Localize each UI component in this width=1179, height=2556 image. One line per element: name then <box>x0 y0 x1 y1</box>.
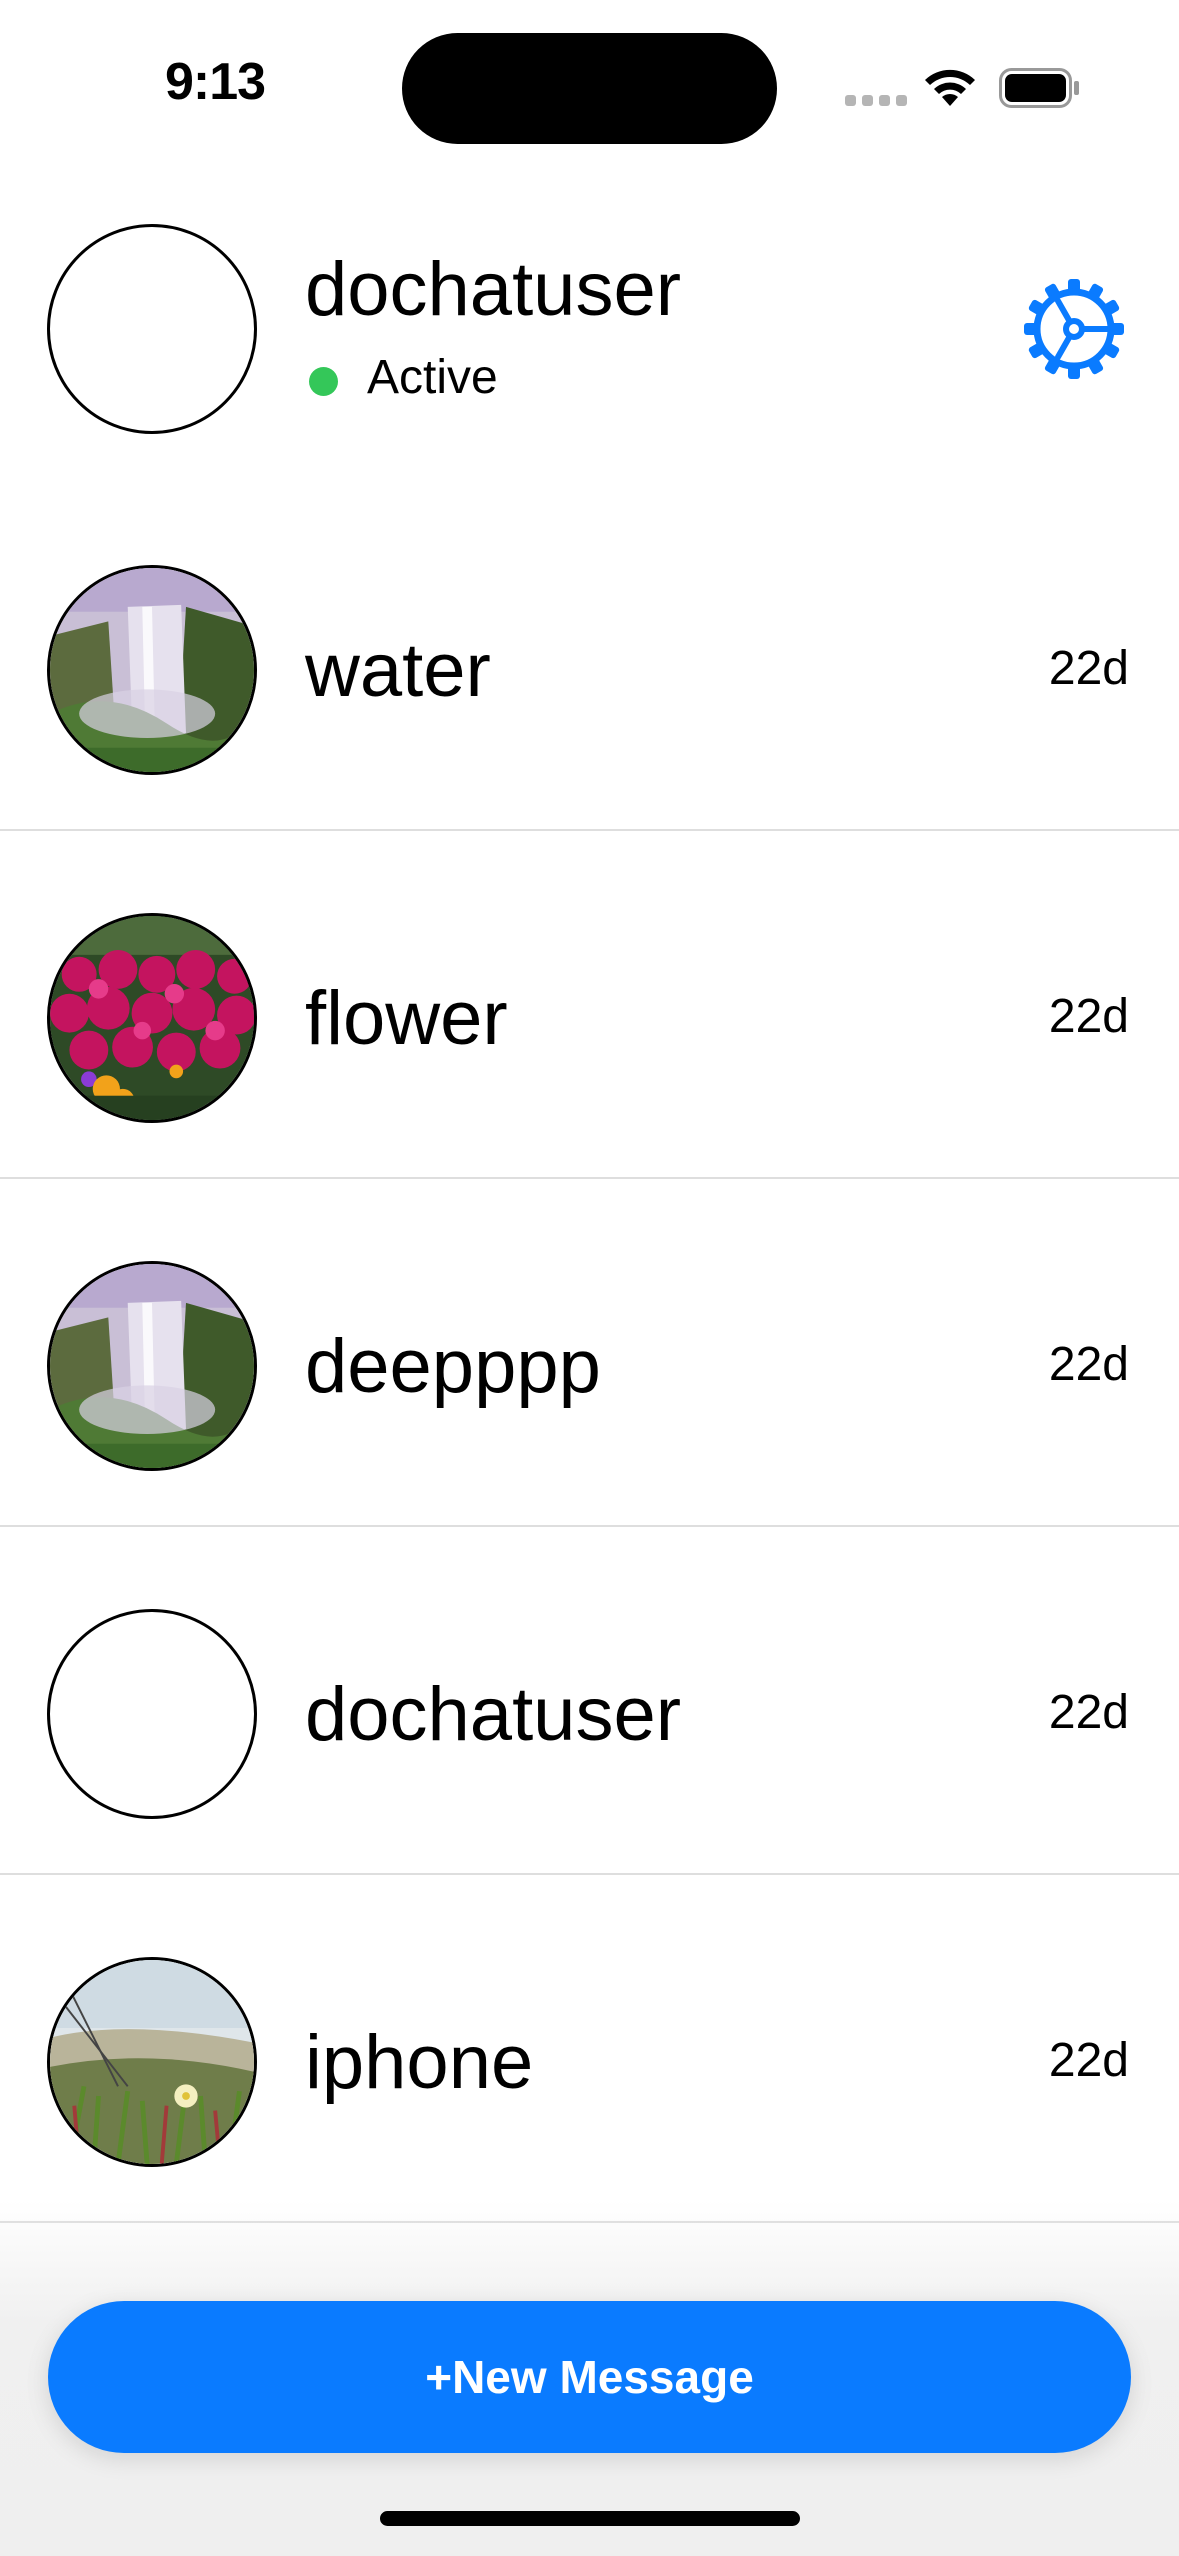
conversation-row[interactable]: dochatuser 22d <box>0 1609 1179 1957</box>
conversation-avatar <box>47 1609 257 1819</box>
flowers-photo <box>50 916 254 1120</box>
conversation-row[interactable]: deepppp 22d <box>0 1261 1179 1609</box>
conversation-name: deepppp <box>305 1324 601 1409</box>
divider <box>0 1525 1179 1527</box>
active-status-dot <box>309 367 338 396</box>
succulent-photo <box>50 1960 254 2164</box>
conversation-time: 22d <box>1048 990 1129 1043</box>
battery-icon <box>999 68 1079 108</box>
conversation-row[interactable]: flower 22d <box>0 913 1179 1261</box>
conversation-time: 22d <box>1048 2034 1129 2087</box>
dynamic-island <box>402 33 777 144</box>
conversation-avatar <box>47 1261 257 1471</box>
status-bar: 9:13 <box>0 0 1179 160</box>
conversation-avatar <box>47 565 257 775</box>
conversation-name: flower <box>305 976 508 1061</box>
conversation-time: 22d <box>1048 642 1129 695</box>
profile-header: dochatuser Active <box>0 200 1179 460</box>
gear-icon[interactable] <box>1022 277 1126 381</box>
divider <box>0 1177 1179 1179</box>
current-username: dochatuser <box>305 247 682 332</box>
user-avatar[interactable] <box>47 224 257 434</box>
conversation-name: dochatuser <box>305 1672 682 1757</box>
waterfall-photo <box>50 568 254 772</box>
wifi-icon <box>925 69 975 106</box>
divider <box>0 829 1179 831</box>
cellular-signal-icon <box>845 95 907 107</box>
conversation-time: 22d <box>1048 1338 1129 1391</box>
conversation-name: water <box>305 628 491 713</box>
divider <box>0 1873 1179 1875</box>
active-status-label: Active <box>367 351 498 404</box>
conversation-name: iphone <box>305 2020 534 2105</box>
waterfall-photo <box>50 1264 254 1468</box>
conversation-row[interactable]: water 22d <box>0 565 1179 913</box>
status-time: 9:13 <box>164 53 266 111</box>
new-message-button[interactable]: +New Message <box>48 2301 1131 2453</box>
home-indicator[interactable] <box>380 2511 800 2526</box>
conversation-avatar <box>47 1957 257 2167</box>
conversation-time: 22d <box>1048 1686 1129 1739</box>
conversation-avatar <box>47 913 257 1123</box>
